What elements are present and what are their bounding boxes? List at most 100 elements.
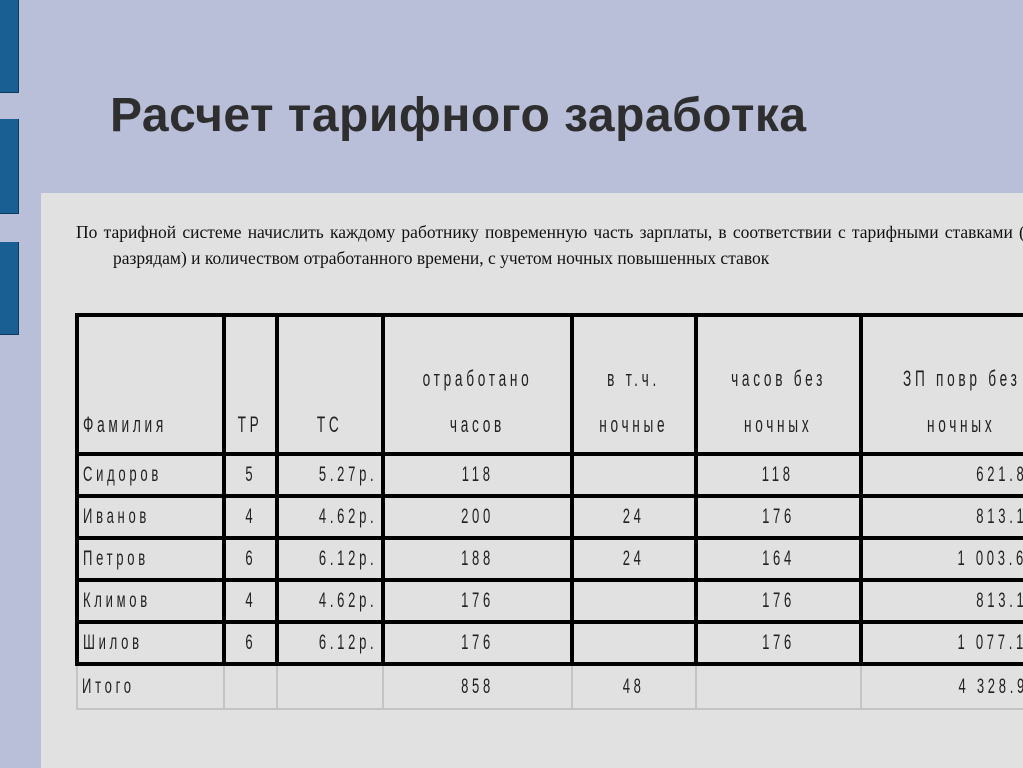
cell-value: 1 077.12р. [957, 631, 1023, 654]
total-cell-tr [223, 662, 278, 710]
cell-hours: 118 [380, 452, 575, 498]
cell-hours: 176 [380, 620, 575, 666]
cell-value: 621.86р. [975, 463, 1023, 486]
cell-night [570, 620, 698, 666]
cell-value: 176 [461, 589, 494, 612]
cell-day-hours: 176 [693, 494, 863, 540]
total-cell-hours: 858 [381, 662, 574, 710]
header-night-hours: в т.ч. ночные [570, 313, 698, 456]
cell-hours: 188 [380, 536, 575, 582]
table-row: Шилов66.12р.1761761 077.12р.1 077.12р. [74, 620, 1023, 666]
cell-tr: 4 [222, 494, 279, 540]
cell-night: 24 [570, 536, 698, 582]
cell-day-hours: 176 [693, 578, 863, 624]
cell-value: 4.62р. [318, 505, 377, 528]
cell-value: 164 [761, 547, 795, 570]
cell-name: Петров [74, 536, 227, 582]
header-line2: ночных [743, 412, 813, 437]
cell-value: 4 328.90р. [958, 675, 1023, 698]
header-day-hours: часов без ночных [693, 313, 863, 456]
cell-day-hours: 118 [693, 452, 863, 498]
cell-value: 4 [245, 589, 256, 612]
cell-pay-day: 1 077.12р. [858, 620, 1023, 666]
cell-name: Шилов [74, 620, 227, 666]
cell-ts: 6.12р. [274, 620, 385, 666]
cell-ts: 4.62р. [274, 578, 385, 624]
cell-tr: 6 [222, 620, 279, 666]
cell-value: 6.12р. [318, 631, 377, 654]
cell-value: Сидоров [83, 463, 162, 486]
cell-value: 813.12р. [975, 505, 1023, 528]
header-line2: часов [449, 412, 506, 437]
header-line1: отработано [422, 366, 533, 391]
cell-value: 5.27р. [318, 463, 377, 486]
cell-value: 1 003.68р. [957, 547, 1023, 570]
table-row: Климов44.62р.176176813.12р.813.12р. [74, 578, 1023, 624]
cell-tr: 6 [222, 536, 279, 582]
header-line2: ТР [238, 412, 263, 437]
cell-pay-day: 1 003.68р. [858, 536, 1023, 582]
cell-tr: 5 [222, 452, 279, 498]
header-line2: Фамилия [83, 412, 167, 437]
cell-value: 176 [761, 631, 795, 654]
header-hours-worked: отработано часов [380, 313, 575, 456]
table-row: Сидоров55.27р.118118621.86р.621.86р. [74, 452, 1023, 498]
cell-pay-day: 813.12р. [858, 494, 1023, 540]
cell-name: Климов [74, 578, 227, 624]
cell-value: 6 [245, 547, 256, 570]
total-cell-ts [275, 662, 384, 710]
cell-ts: 5.27р. [274, 452, 385, 498]
totals-row: Итого858484 328.90р.4 779.98р. [75, 662, 1023, 710]
cell-value: 188 [461, 547, 494, 570]
total-cell-pay-day: 4 328.90р. [859, 662, 1023, 710]
decorative-bar-bottom [0, 242, 19, 335]
cell-day-hours: 176 [693, 620, 863, 666]
total-cell-night: 48 [571, 662, 697, 710]
cell-value: 176 [761, 505, 795, 528]
cell-value: 4.62р. [318, 589, 377, 612]
header-line2: ТС [316, 412, 343, 437]
decorative-bar-middle [0, 119, 19, 214]
cell-value: 24 [622, 547, 645, 570]
header-line2: ночных [927, 412, 996, 437]
table-row: Иванов44.62р.20024176813.12р.194.04р.1 0… [74, 494, 1023, 540]
cell-value: 118 [461, 463, 494, 486]
cell-value: Иванов [83, 505, 151, 528]
cell-value: Климов [83, 589, 151, 612]
cell-tr: 4 [222, 578, 279, 624]
cell-value: 24 [622, 505, 645, 528]
wage-table: Фамилия ТР ТС отработано часов в т.ч. ночные ча… [74, 313, 1023, 710]
decorative-bar-top [0, 0, 19, 93]
header-day-pay: ЗП повр без ночных [858, 313, 1023, 456]
cell-value: 6 [245, 631, 256, 654]
cell-ts: 4.62р. [274, 494, 385, 540]
cell-value: 200 [461, 505, 494, 528]
cell-ts: 6.12р. [274, 536, 385, 582]
cell-value: 48 [622, 675, 645, 698]
header-line1: в т.ч. [607, 366, 661, 391]
task-description: По тарифной системе начислить каждому ра… [76, 222, 1023, 268]
cell-value: 6.12р. [318, 547, 377, 570]
cell-value: 5 [245, 463, 256, 486]
cell-value: Шилов [83, 631, 143, 654]
cell-value: Петров [83, 547, 149, 570]
cell-night: 24 [570, 494, 698, 540]
cell-name: Сидоров [74, 452, 227, 498]
cell-value: 813.12р. [975, 589, 1023, 612]
cell-hours: 176 [380, 578, 575, 624]
cell-name: Иванов [74, 494, 227, 540]
total-cell-day-hours [694, 662, 862, 710]
cell-night [570, 452, 698, 498]
header-surname: Фамилия [74, 313, 227, 456]
cell-value: 176 [761, 589, 795, 612]
header-line1: часов без [730, 366, 826, 391]
total-cell-name: Итого [75, 662, 226, 710]
header-row: Фамилия ТР ТС отработано часов в т.ч. ночные ча… [74, 313, 1023, 456]
cell-value: Итого [82, 675, 135, 698]
cell-value: 858 [461, 675, 494, 698]
cell-value: 118 [762, 463, 795, 486]
cell-night [570, 578, 698, 624]
header-tariff-rate: ТС [274, 313, 385, 456]
content-panel: По тарифной системе начислить каждому ра… [41, 193, 1023, 768]
slide-title: Расчет тарифного заработка [110, 89, 807, 142]
